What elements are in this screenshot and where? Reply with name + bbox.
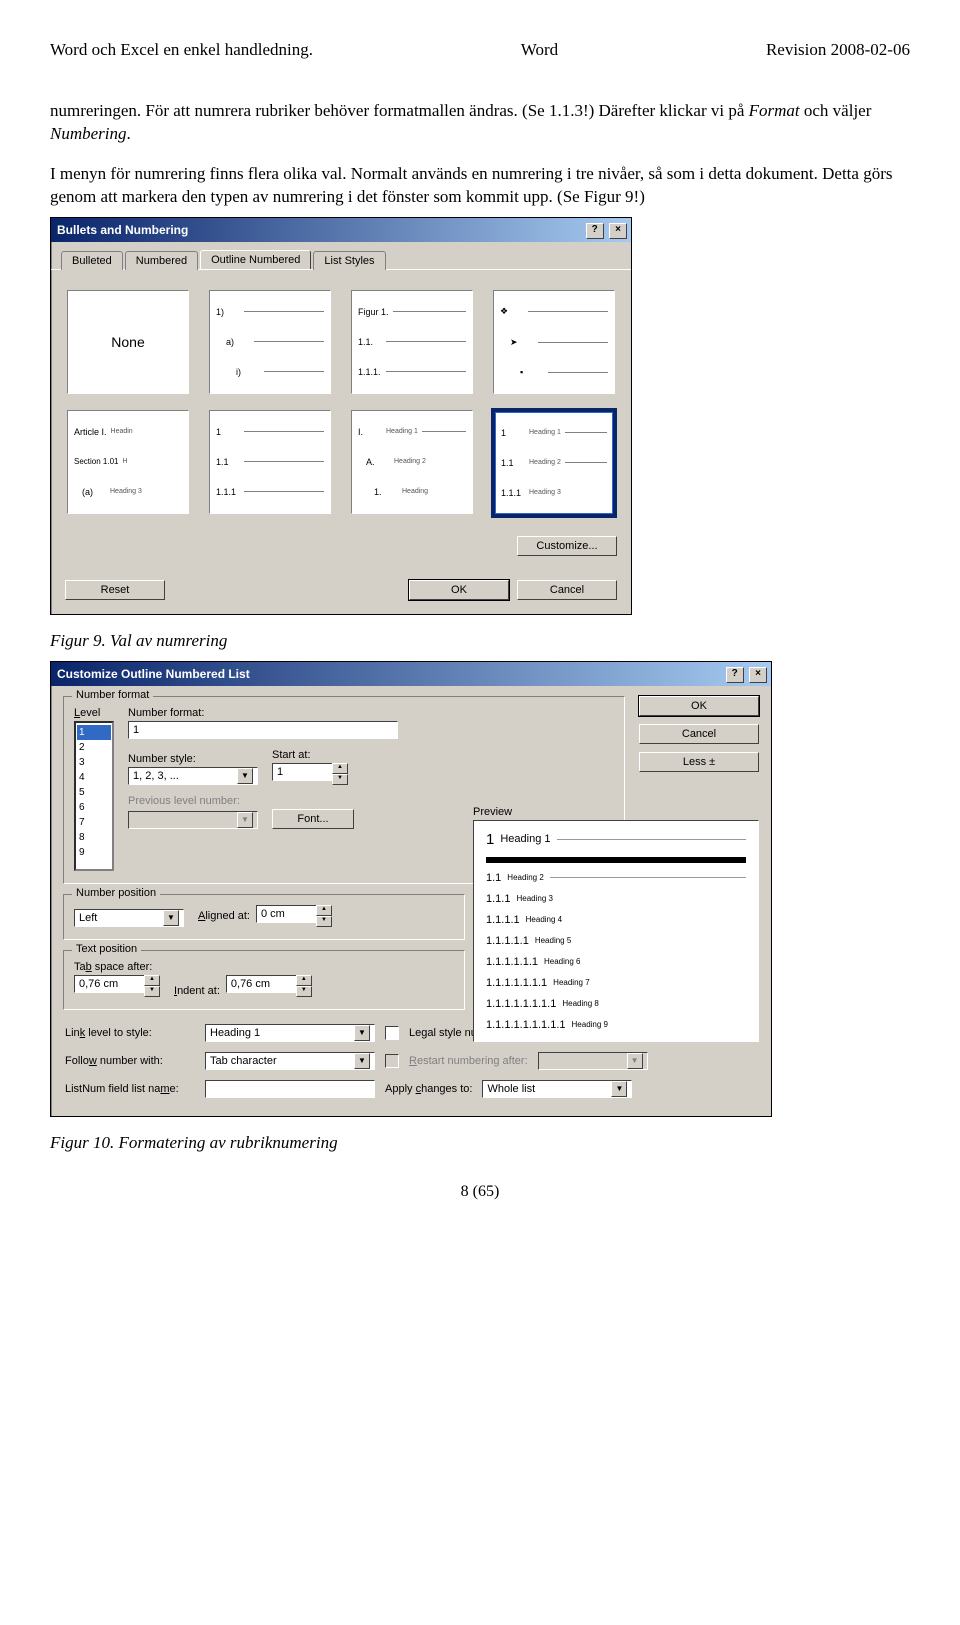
number-format-input[interactable]: 1	[128, 721, 398, 739]
dialog2-right-buttons: OK Cancel Less ±	[639, 696, 759, 772]
thumb-article[interactable]: Article I.Headin Section 1.01H (a)Headin…	[67, 410, 189, 514]
thumb-I-A-1[interactable]: I.Heading 1 A.Heading 2 1.Heading	[351, 410, 473, 514]
follow-with-label: Follow number with:	[65, 1055, 195, 1067]
follow-with-select[interactable]: Tab character▼	[205, 1052, 375, 1070]
chevron-down-icon: ▼	[237, 812, 253, 828]
header-right: Revision 2008-02-06	[766, 40, 910, 60]
dialog1-tabs: Bulleted Numbered Outline Numbered List …	[51, 242, 631, 270]
ok-button[interactable]: OK	[639, 696, 759, 716]
tab-after-spinner[interactable]: 0,76 cm ▲▼	[74, 975, 160, 997]
chevron-down-icon: ▼	[354, 1025, 370, 1041]
tab-list-styles[interactable]: List Styles	[313, 251, 385, 270]
reset-button[interactable]: Reset	[65, 580, 165, 600]
preview-label: Preview	[473, 806, 759, 818]
indent-at-label: Indent at:	[174, 985, 220, 997]
dialog2-titlebar: Customize Outline Numbered List ? ×	[51, 662, 771, 686]
restart-select: ▼	[538, 1052, 648, 1070]
customize-button[interactable]: Customize...	[517, 536, 617, 556]
customize-outline-dialog: Customize Outline Numbered List ? × OK C…	[50, 661, 772, 1117]
help-icon[interactable]: ?	[586, 223, 604, 239]
listnum-input[interactable]	[205, 1080, 375, 1098]
tab-outline-numbered[interactable]: Outline Numbered	[200, 250, 311, 269]
figure-10-caption: Figur 10. Formatering av rubriknumering	[50, 1133, 910, 1153]
listnum-label: ListNum field list name:	[65, 1083, 195, 1095]
dialog2-title: Customize Outline Numbered List	[57, 667, 250, 681]
thumb-heading-selected[interactable]: 1Heading 1 1.1Heading 2 1.1.1Heading 3	[493, 410, 615, 516]
aligned-at-spinner[interactable]: 0 cm ▲▼	[256, 905, 332, 927]
start-at-spinner[interactable]: 1 ▲▼	[272, 763, 348, 785]
apply-select[interactable]: Whole list▼	[482, 1080, 632, 1098]
thumb-figur[interactable]: Figur 1. 1.1. 1.1.1.	[351, 290, 473, 394]
header-left: Word och Excel en enkel handledning.	[50, 40, 313, 60]
ok-button[interactable]: OK	[409, 580, 509, 600]
chevron-down-icon: ▼	[237, 768, 253, 784]
thumb-none[interactable]: None	[67, 290, 189, 394]
restart-checkbox	[385, 1054, 399, 1068]
header-center: Word	[521, 40, 558, 60]
restart-label: Restart numbering after:	[409, 1055, 528, 1067]
preview-box: 1Heading 1 1.1Heading 2 1.1.1Heading 3 1…	[473, 820, 759, 1042]
indent-at-spinner[interactable]: 0,76 cm ▲▼	[226, 975, 312, 997]
chevron-down-icon: ▼	[354, 1053, 370, 1069]
tab-numbered[interactable]: Numbered	[125, 251, 198, 270]
dialog1-titlebar: Bullets and Numbering ? ×	[51, 218, 631, 242]
number-style-label: Number style:	[128, 753, 258, 765]
tab-bulleted[interactable]: Bulleted	[61, 251, 123, 270]
page-number: 8 (65)	[50, 1183, 910, 1201]
outline-thumbnails: None 1) a) i) Figur 1. 1.1. 1.1.1. ❖ ➤ ▪…	[51, 270, 631, 526]
number-style-select[interactable]: 1, 2, 3, ...▼	[128, 767, 258, 785]
number-format-label: Number format:	[128, 707, 614, 719]
aligned-at-label: Aligned at:	[198, 910, 250, 922]
page-header: Word och Excel en enkel handledning. Wor…	[50, 40, 910, 60]
thumb-1a-i[interactable]: 1) a) i)	[209, 290, 331, 394]
group-number-format: Number format	[72, 689, 153, 701]
paragraph-2: I menyn för numrering finns flera olika …	[50, 163, 910, 209]
cancel-button[interactable]: Cancel	[639, 724, 759, 744]
group-number-position: Number position	[72, 887, 160, 899]
dialog1-customize-row: Customize...	[51, 526, 631, 570]
start-at-label: Start at:	[272, 749, 348, 761]
apply-label: Apply changes to:	[385, 1083, 472, 1095]
dialog1-bottom-buttons: Reset OK Cancel	[51, 570, 631, 614]
level-listbox[interactable]: 1 2 3 4 5 6 7 8 9	[74, 721, 114, 871]
group-text-position: Text position	[72, 943, 141, 955]
prev-level-select: ▼	[128, 811, 258, 829]
legal-style-checkbox[interactable]	[385, 1026, 399, 1040]
thumb-1-11-111[interactable]: 1 1.1 1.1.1	[209, 410, 331, 514]
thumb-bullets[interactable]: ❖ ➤ ▪	[493, 290, 615, 394]
font-button[interactable]: Font...	[272, 809, 354, 829]
paragraph-1: numreringen. För att numrera rubriker be…	[50, 100, 910, 146]
bullets-numbering-dialog: Bullets and Numbering ? × Bulleted Numbe…	[50, 217, 632, 615]
level-label: Level	[74, 707, 114, 719]
link-level-label: Link level to style:	[65, 1027, 195, 1039]
position-align-select[interactable]: Left▼	[74, 909, 184, 927]
tab-after-label: Tab space after:	[74, 961, 160, 973]
dialog1-title: Bullets and Numbering	[57, 223, 188, 237]
figure-9-caption: Figur 9. Val av numrering	[50, 631, 910, 651]
cancel-button[interactable]: Cancel	[517, 580, 617, 600]
less-button[interactable]: Less ±	[639, 752, 759, 772]
close-icon[interactable]: ×	[749, 667, 767, 683]
chevron-down-icon: ▼	[627, 1053, 643, 1069]
link-level-select[interactable]: Heading 1▼	[205, 1024, 375, 1042]
close-icon[interactable]: ×	[609, 223, 627, 239]
chevron-down-icon: ▼	[163, 910, 179, 926]
help-icon[interactable]: ?	[726, 667, 744, 683]
chevron-down-icon: ▼	[611, 1081, 627, 1097]
